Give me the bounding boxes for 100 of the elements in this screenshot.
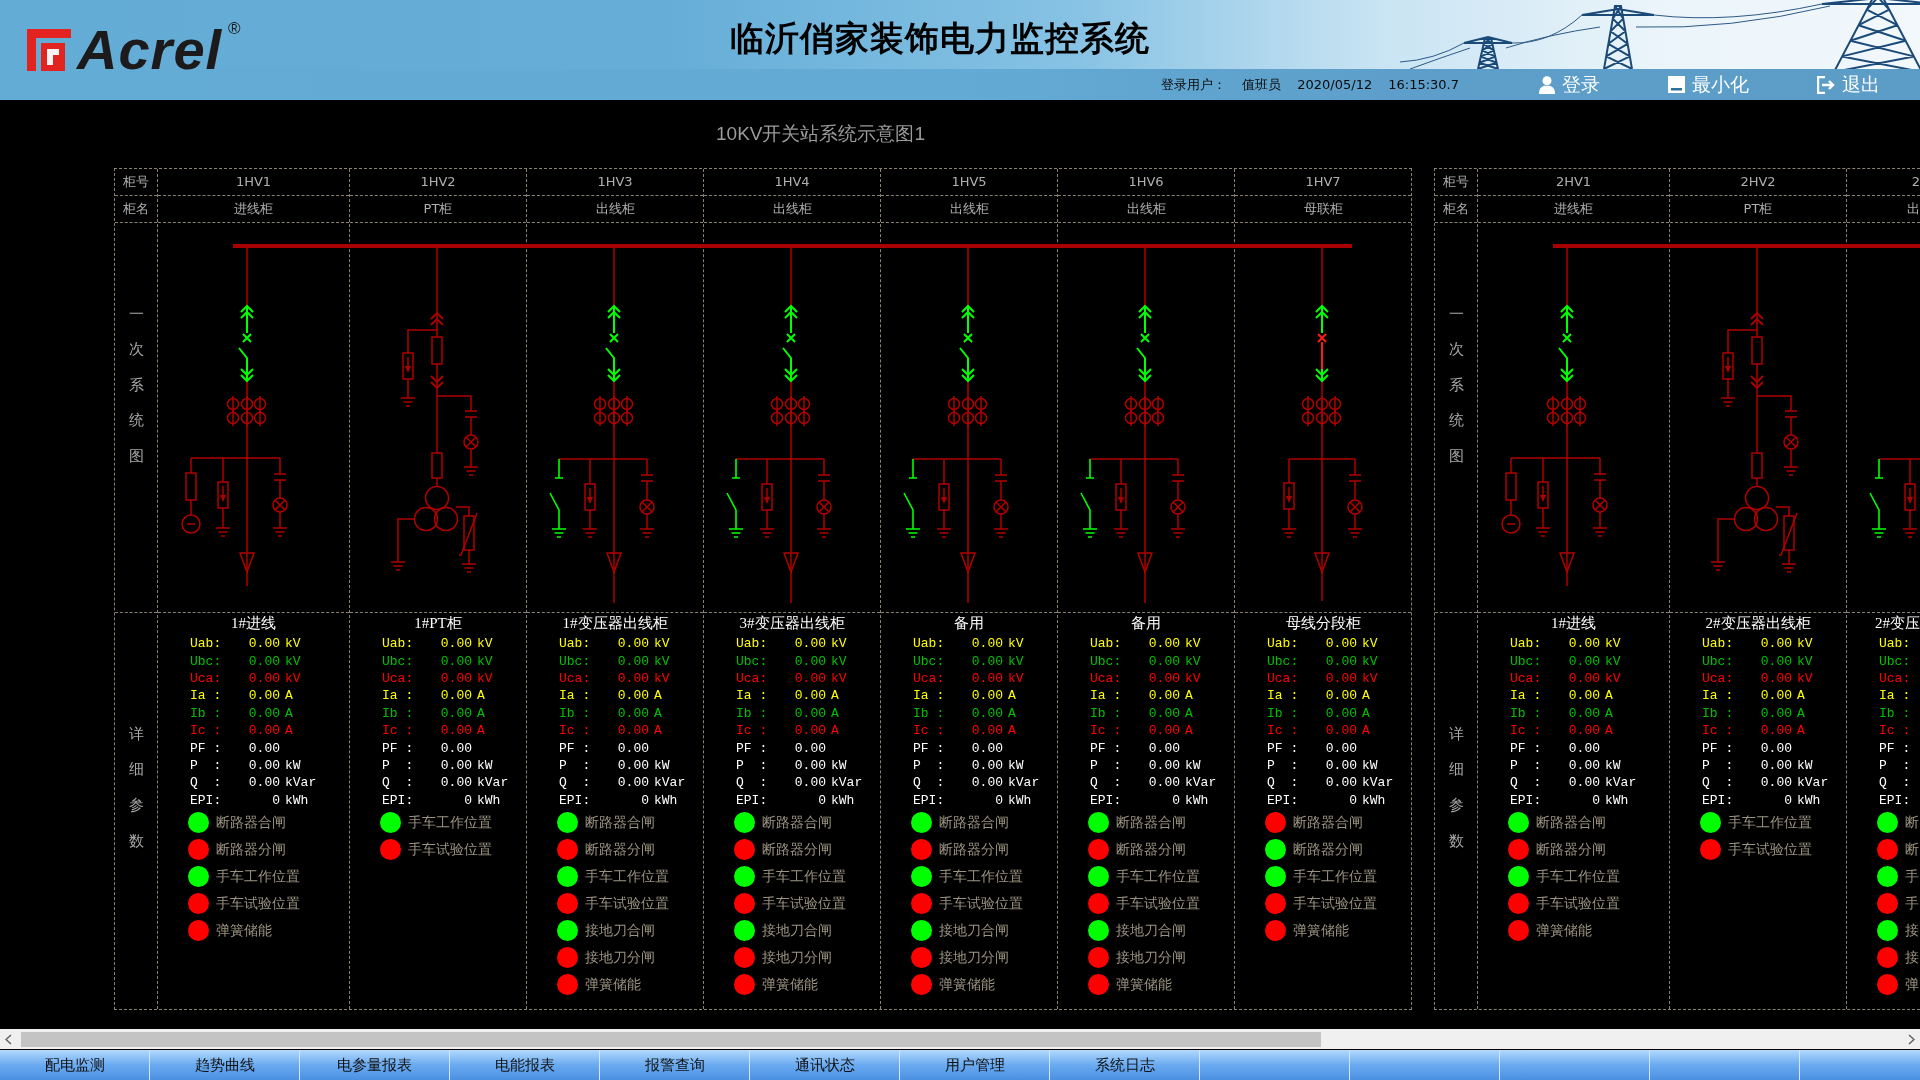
status-label: 接地刀分闸 xyxy=(1116,949,1186,966)
param-label: Uab: xyxy=(190,637,223,651)
status-label: 断路器合闸 xyxy=(1116,814,1186,831)
current-transformer-icon xyxy=(1560,395,1574,413)
param-label: Uab: xyxy=(913,637,946,651)
ground-icon xyxy=(993,528,1009,538)
param-label: P : xyxy=(382,758,415,772)
indicator-lamp-icon xyxy=(463,434,479,450)
param-value: 0.00 xyxy=(971,637,1003,651)
status-label: 手车试验位置 xyxy=(408,841,492,858)
status-label: 接地刀分闸 xyxy=(762,949,832,966)
param-value: 0.00 xyxy=(971,724,1003,738)
scrollbar-thumb[interactable] xyxy=(21,1031,1321,1047)
param-label: EPI: xyxy=(736,793,769,807)
param-label: Q : xyxy=(559,776,592,790)
meter-icon xyxy=(181,514,201,534)
param-unit: kWh xyxy=(1362,793,1386,807)
current-transformer-icon xyxy=(593,409,607,427)
param-label: Uca: xyxy=(190,671,223,685)
row-header: 柜名 xyxy=(123,201,149,217)
param-label: PF : xyxy=(559,741,592,755)
param-value: 0.00 xyxy=(1568,671,1600,685)
cable-end-icon xyxy=(1136,552,1154,575)
cable-end-icon xyxy=(959,552,977,575)
section-label: 详细参数 xyxy=(128,723,144,852)
plug-contact-icon xyxy=(1750,375,1764,390)
earth-switch-icon xyxy=(1869,458,1884,530)
status-label: 接地刀合闸 xyxy=(585,922,655,939)
cabinet-title: 1#PT柜 xyxy=(414,614,462,632)
param-value: 0.00 xyxy=(1325,637,1357,651)
param-label: Ic : xyxy=(559,724,592,738)
param-value: 0.00 xyxy=(440,741,472,755)
param-value: 0.00 xyxy=(440,724,472,738)
param-unit: A xyxy=(1008,689,1016,703)
ground-icon xyxy=(1281,528,1297,538)
current-transformer-icon xyxy=(770,409,784,427)
param-label: PF : xyxy=(1090,741,1123,755)
chevron-right-icon[interactable] xyxy=(1908,1033,1915,1045)
param-unit: kV xyxy=(1605,654,1621,668)
param-unit: A xyxy=(477,689,485,703)
cabinet-title: 1#进线 xyxy=(1551,614,1596,632)
current-transformer-icon xyxy=(770,395,784,413)
status-label: 手 xyxy=(1905,895,1919,912)
surge-arrester-icon xyxy=(584,483,596,511)
system-title: 临沂俏家装饰电力监控系统 xyxy=(730,20,1150,58)
status-label: 接地刀分闸 xyxy=(939,949,1009,966)
current-transformer-icon xyxy=(593,395,607,413)
ground-icon xyxy=(816,528,832,538)
status-label: 接地刀分闸 xyxy=(585,949,655,966)
param-label: Uab: xyxy=(1879,637,1912,651)
diagram-title: 10KV开关站系统示意图1 xyxy=(716,123,926,145)
cabinet-name: 母联柜 xyxy=(1303,201,1343,217)
param-value: 0.00 xyxy=(1568,724,1600,738)
status-label: 手车工作位置 xyxy=(1536,868,1620,885)
surge-arrester-icon xyxy=(217,481,229,509)
current-transformer-icon xyxy=(1138,409,1152,427)
param-value: 0.00 xyxy=(971,741,1003,755)
status-label: 断路器合闸 xyxy=(216,814,286,831)
param-label: Ia : xyxy=(1879,689,1912,703)
status-label: 断路器分闸 xyxy=(1293,841,1363,858)
status-label: 弹簧储能 xyxy=(1116,976,1172,993)
indicator-lamp-icon xyxy=(639,499,655,515)
surge-arrester-icon xyxy=(938,483,950,511)
ground-icon xyxy=(461,563,477,573)
status-label: 手车试验位置 xyxy=(1728,841,1812,858)
status-label: 手 xyxy=(1905,868,1919,885)
param-value: 0.00 xyxy=(617,758,649,772)
param-label: PF : xyxy=(1702,741,1735,755)
param-value: 0.00 xyxy=(1148,741,1180,755)
param-unit: A xyxy=(1797,706,1805,720)
surge-arrester-icon xyxy=(402,352,414,380)
param-value: 0.00 xyxy=(1760,671,1792,685)
param-unit: A xyxy=(1605,724,1613,738)
param-value: 0.00 xyxy=(440,654,472,668)
param-unit: kW xyxy=(477,758,493,772)
cabinet-title: 2#变压 xyxy=(1875,614,1920,632)
param-label: Ic : xyxy=(1090,724,1123,738)
status-label: 断路器合闸 xyxy=(585,814,655,831)
param-unit: kV xyxy=(477,671,493,685)
param-unit: A xyxy=(1185,689,1193,703)
param-unit: A xyxy=(1362,706,1370,720)
param-label: Uab: xyxy=(1702,637,1735,651)
param-value: 0.00 xyxy=(794,776,826,790)
current-transformer-icon xyxy=(1328,409,1342,427)
horizontal-scrollbar[interactable] xyxy=(0,1029,1920,1049)
param-label: Ib : xyxy=(559,706,592,720)
param-unit: A xyxy=(285,706,293,720)
current-transformer-icon xyxy=(1301,395,1315,413)
current-transformer-icon xyxy=(784,395,798,413)
ground-icon xyxy=(582,528,598,538)
cable-end-icon xyxy=(1313,552,1331,575)
param-unit: kV xyxy=(285,637,301,651)
chevron-left-icon[interactable] xyxy=(5,1033,12,1045)
param-label: Ia : xyxy=(559,689,592,703)
status-label: 手车试验位置 xyxy=(939,895,1023,912)
status-label: 手车工作位置 xyxy=(216,868,300,885)
param-value: 0.00 xyxy=(1148,671,1180,685)
param-label: Q : xyxy=(736,776,769,790)
param-value: 0 xyxy=(1591,793,1600,807)
indicator-lamp-icon xyxy=(993,499,1009,515)
